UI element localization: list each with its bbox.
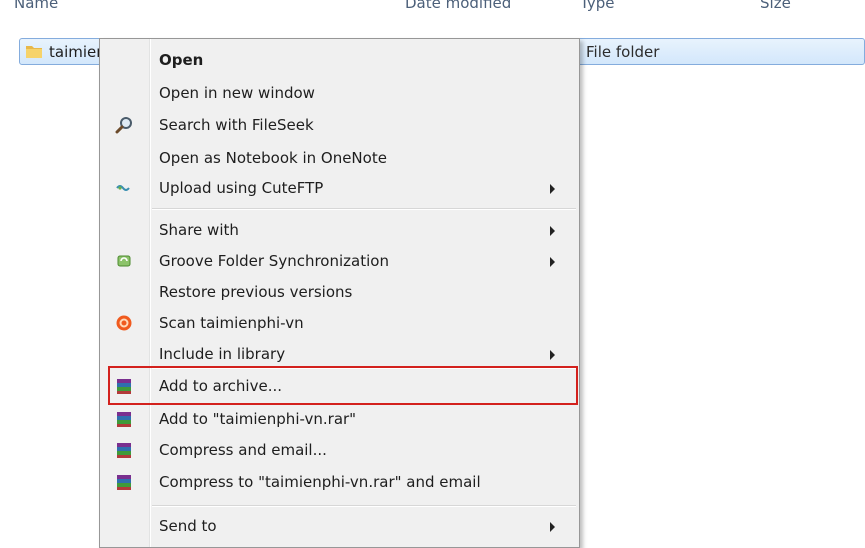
submenu-arrow-icon bbox=[550, 350, 555, 360]
menu-item-label: Groove Folder Synchronization bbox=[159, 252, 389, 270]
cuteftp-icon bbox=[116, 185, 130, 191]
menu-item-label: Upload using CuteFTP bbox=[159, 179, 324, 197]
column-header-name[interactable]: Name bbox=[14, 0, 58, 12]
menu-item-share-with[interactable]: Share with bbox=[102, 217, 577, 245]
menu-item-send-to[interactable]: Send to bbox=[102, 513, 577, 541]
column-header-bar: Name Date modified Type Size bbox=[0, 0, 865, 22]
column-header-size[interactable]: Size bbox=[760, 0, 791, 12]
menu-item-label: Share with bbox=[159, 221, 239, 239]
menu-item-label: Restore previous versions bbox=[159, 283, 353, 301]
winrar-icon bbox=[117, 475, 131, 490]
menu-item-groove-sync[interactable]: Groove Folder Synchronization bbox=[102, 248, 577, 276]
menu-item-open[interactable]: Open bbox=[102, 47, 577, 75]
menu-item-label: Include in library bbox=[159, 345, 286, 363]
menu-item-include-library[interactable]: Include in library bbox=[102, 341, 577, 369]
menu-item-label: Compress to "taimienphi-vn.rar" and emai… bbox=[159, 473, 481, 491]
folder-icon bbox=[26, 46, 42, 58]
menu-item-label: Scan taimienphi-vn bbox=[159, 314, 304, 332]
magnifier-icon bbox=[115, 117, 132, 134]
antivirus-icon bbox=[116, 315, 132, 331]
menu-item-search-fileseek[interactable]: Search with FileSeek bbox=[102, 112, 577, 140]
context-menu: Open Open in new window Search with File… bbox=[99, 38, 580, 548]
annotation-highlight-box bbox=[108, 366, 578, 405]
menu-item-label: Open in new window bbox=[159, 84, 315, 102]
groove-icon bbox=[117, 255, 131, 267]
menu-item-label: Send to bbox=[159, 517, 217, 535]
submenu-arrow-icon bbox=[550, 226, 555, 236]
menu-item-upload-cuteftp[interactable]: Upload using CuteFTP bbox=[102, 175, 577, 203]
file-name[interactable]: taimien bbox=[49, 43, 106, 61]
menu-item-label: Add to "taimienphi-vn.rar" bbox=[159, 410, 357, 428]
file-type: File folder bbox=[586, 43, 660, 61]
menu-item-add-to-rar[interactable]: Add to "taimienphi-vn.rar" bbox=[102, 406, 577, 434]
menu-item-open-onenote[interactable]: Open as Notebook in OneNote bbox=[102, 145, 577, 173]
menu-item-compress-email[interactable]: Compress and email... bbox=[102, 437, 577, 465]
menu-item-label: Open bbox=[159, 51, 204, 69]
column-header-date-modified[interactable]: Date modified bbox=[405, 0, 511, 12]
menu-item-label: Search with FileSeek bbox=[159, 116, 314, 134]
menu-item-scan[interactable]: Scan taimienphi-vn bbox=[102, 310, 577, 338]
menu-separator-highlight bbox=[152, 209, 576, 210]
submenu-arrow-icon bbox=[550, 522, 555, 532]
menu-item-label: Compress and email... bbox=[159, 441, 327, 459]
winrar-icon bbox=[117, 412, 131, 427]
winrar-icon bbox=[117, 443, 131, 458]
menu-item-open-new-window[interactable]: Open in new window bbox=[102, 80, 577, 108]
menu-item-restore-previous[interactable]: Restore previous versions bbox=[102, 279, 577, 307]
column-header-type[interactable]: Type bbox=[580, 0, 614, 12]
submenu-arrow-icon bbox=[550, 184, 555, 194]
menu-separator-highlight bbox=[152, 506, 576, 507]
submenu-arrow-icon bbox=[550, 257, 555, 267]
menu-item-compress-rar-email[interactable]: Compress to "taimienphi-vn.rar" and emai… bbox=[102, 469, 577, 497]
menu-item-label: Open as Notebook in OneNote bbox=[159, 149, 387, 167]
